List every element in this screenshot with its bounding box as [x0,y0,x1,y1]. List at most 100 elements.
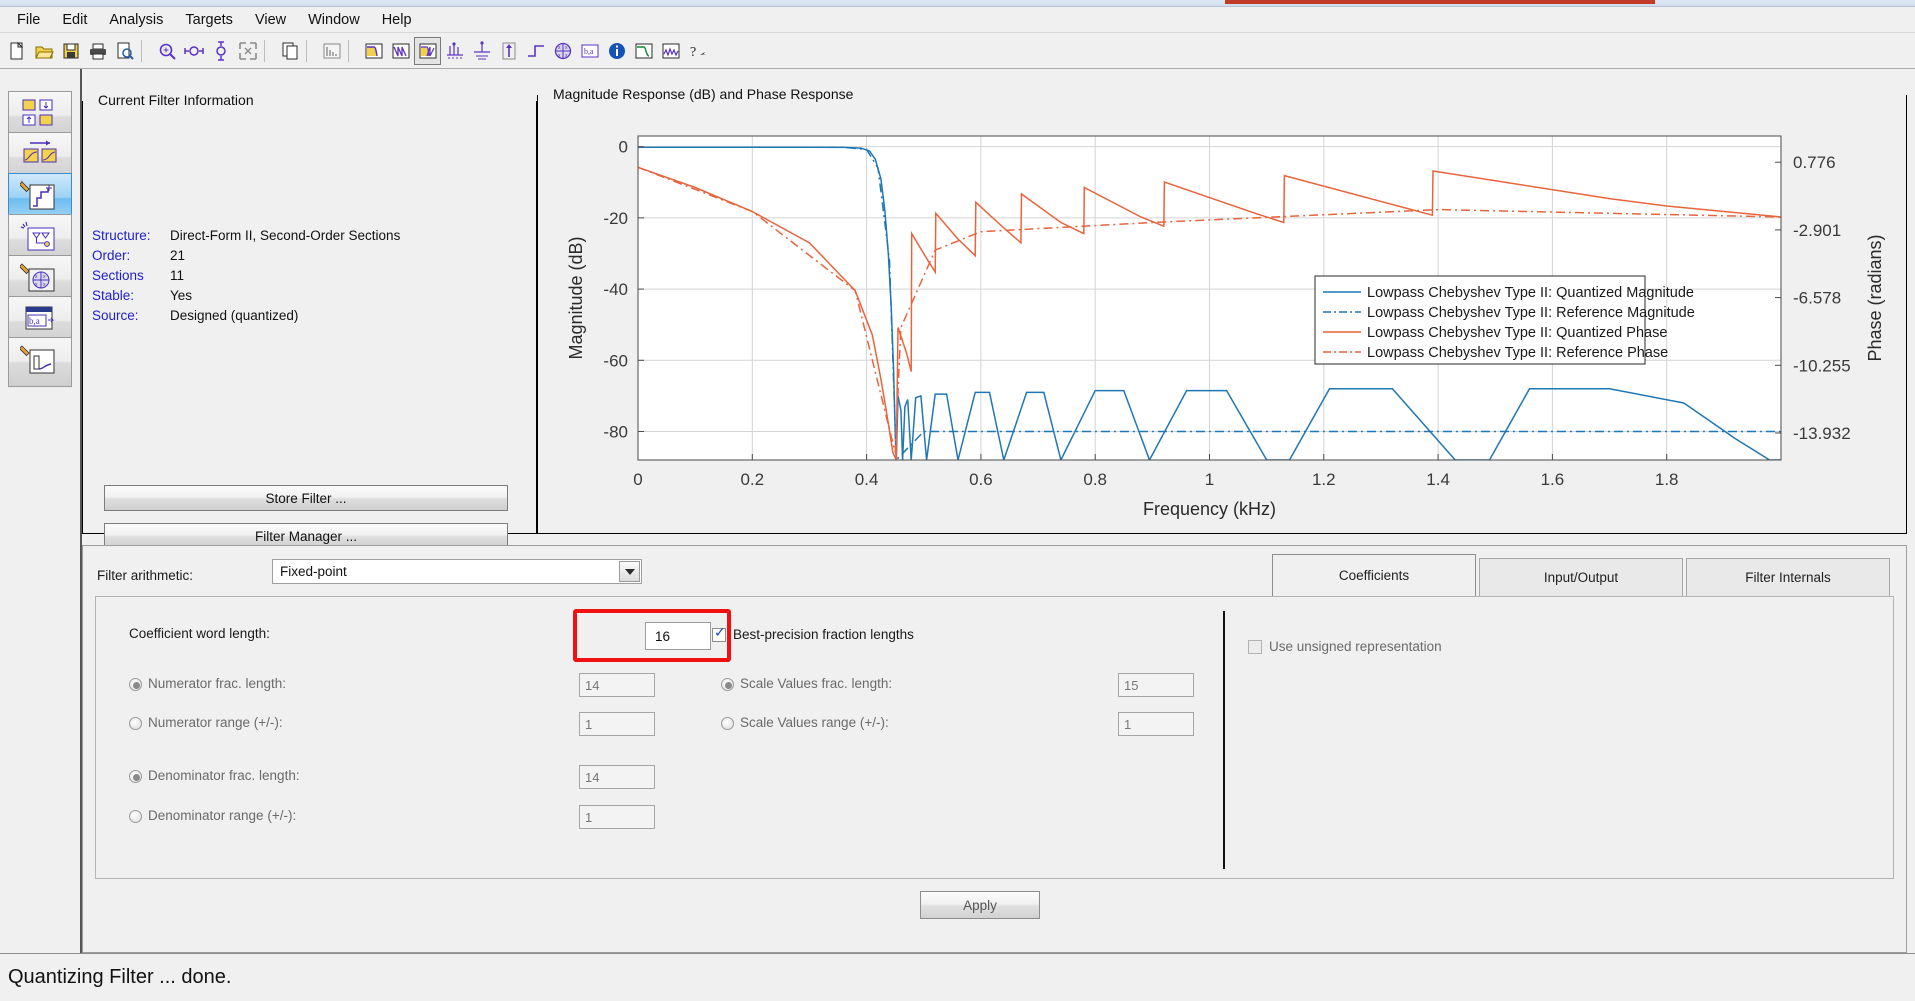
radio-denominator-range[interactable] [129,810,142,823]
transform-filter-icon [20,138,60,177]
menu-item-view[interactable]: View [244,9,297,31]
svg-text:Lowpass Chebyshev Type II: Qua: Lowpass Chebyshev Type II: Quantized Pha… [1367,325,1667,341]
status-message: Quantizing Filter ... done. [8,966,232,988]
filter-info-value: Direct-Form II, Second-Order Sections [170,228,401,243]
svg-text:1.4: 1.4 [1426,470,1450,489]
copy-icon[interactable] [276,37,303,65]
filter-info-key: Sections [92,268,144,283]
label-denominator-frac-length: Denominator frac. length: [148,768,300,783]
magnitude-and-phase-icon[interactable] [414,36,441,65]
coefficients-tab-content: Coefficient word length: 16 Best-precisi… [95,596,1894,879]
toolbar-separator [306,39,315,62]
store-filter-button[interactable]: Store Filter ... [104,485,508,511]
status-bar: Quantizing Filter ... done. [0,953,1915,1001]
input-denominator-frac-length[interactable]: 14 [579,765,655,789]
tab-input-output[interactable]: Input/Output [1479,558,1683,596]
svg-text:b,a: b,a [29,316,40,326]
filter-info-value: 11 [170,268,185,283]
radio-numerator-frac-length[interactable] [129,678,142,691]
magnitude-response-icon[interactable] [360,37,387,65]
open-folder-icon[interactable] [30,37,57,65]
pole-zero-icon[interactable]: xxxx [549,37,576,65]
use-unsigned-checkbox[interactable] [1248,640,1262,654]
svg-text:-80: -80 [603,423,628,442]
radio-denominator-frac-length[interactable] [129,770,142,783]
zoom-in-icon[interactable] [153,37,180,65]
svg-text:-20: -20 [603,209,628,228]
impulse-step-icon[interactable] [495,37,522,65]
chevron-down-icon[interactable] [619,561,640,582]
toolbar-separator [348,39,357,62]
context-help-icon[interactable]: ? [684,37,711,65]
filter-coefficients-icon[interactable]: b,a [576,37,603,65]
round-off-noise-icon[interactable] [657,37,684,65]
radio-scale-values-frac-length[interactable] [721,678,734,691]
filter-arithmetic-select[interactable]: Fixed-point [272,559,642,584]
filter-info-value: Designed (quantized) [170,308,299,323]
impulse-response-icon[interactable] [318,37,345,65]
magnitude-response-estimate-icon[interactable] [630,37,657,65]
apply-button[interactable]: Apply [920,891,1040,919]
input-numerator-range[interactable]: 1 [579,712,655,736]
filter-info-key: Structure: [92,228,151,243]
toolbar-separator [264,39,273,62]
set-quantization-parameters-icon [18,179,60,218]
menu-item-file[interactable]: File [6,9,51,31]
realize-model-icon [20,220,60,259]
menu-item-targets[interactable]: Targets [174,9,244,31]
toolbar: x x x x b,a? [0,33,1915,69]
tab-coefficients[interactable]: Coefficients [1272,554,1476,596]
filter-info-fields: Structure: Direct-Form II, Second-Order S… [92,226,400,326]
tab-filter-internals[interactable]: Filter Internals [1686,558,1890,596]
menu-item-analysis[interactable]: Analysis [98,9,174,31]
input-scale-values-frac-length[interactable]: 15 [1118,673,1194,697]
input-numerator-frac-length[interactable]: 14 [579,673,655,697]
svg-text:Lowpass Chebyshev Type II: Ref: Lowpass Chebyshev Type II: Reference Pha… [1367,345,1668,361]
current-filter-information-panel: Current Filter Information Structure: Dir… [82,92,537,549]
group-delay-icon[interactable] [441,37,468,65]
save-icon[interactable] [57,37,84,65]
coefficient-word-length-input[interactable]: 16 [645,622,711,650]
filter-information-icon[interactable] [603,37,630,65]
svg-text:1: 1 [1205,470,1214,489]
filter-info-value: Yes [170,288,193,303]
step-response-icon[interactable] [522,37,549,65]
svg-text:0: 0 [633,470,642,489]
print-preview-icon[interactable] [111,37,138,65]
svg-text:-10.255: -10.255 [1793,356,1851,375]
input-scale-values-range[interactable]: 1 [1118,712,1194,736]
svg-text:0.2: 0.2 [740,470,764,489]
svg-text:Magnitude (dB): Magnitude (dB) [566,236,586,359]
panel-tabs: Coefficients Input/Output Filter Internals [1269,554,1890,596]
radio-numerator-range[interactable] [129,717,142,730]
menu-item-help[interactable]: Help [371,9,423,31]
window-title-bar [0,0,1915,7]
print-icon[interactable] [84,37,111,65]
toolbar-separator [141,39,150,62]
zoom-x-icon[interactable] [180,37,207,65]
quantization-parameters-panel: Filter arithmetic: Fixed-point Coefficie… [82,545,1907,953]
design-filter-icon [18,343,60,382]
svg-text:Lowpass Chebyshev Type II: Qua: Lowpass Chebyshev Type II: Quantized Mag… [1367,285,1694,301]
radio-scale-values-range[interactable] [721,717,734,730]
phase-response-icon[interactable] [387,37,414,65]
sidebar-item-design-filter[interactable] [8,337,72,387]
input-denominator-range[interactable]: 1 [579,805,655,829]
full-view-icon[interactable] [234,37,261,65]
svg-text:Frequency (kHz): Frequency (kHz) [1143,499,1276,519]
menu-item-window[interactable]: Window [297,9,371,31]
sidebar: x x x x b,a [0,69,82,953]
menu-item-edit[interactable]: Edit [51,9,98,31]
svg-text:b,a: b,a [584,47,594,56]
label-numerator-frac-length: Numerator frac. length: [148,676,287,691]
design-multirate-filter-icon: b,a [20,302,60,341]
svg-text:0.4: 0.4 [855,470,879,489]
zoom-y-icon[interactable] [207,37,234,65]
phase-delay-icon[interactable] [468,37,495,65]
svg-text:?: ? [690,45,696,60]
best-precision-checkbox[interactable] [712,625,726,642]
filter-info-row: Source: Designed (quantized) [92,306,400,326]
label-scale-values-frac-length: Scale Values frac. length: [740,676,893,691]
new-file-icon[interactable] [3,37,30,65]
response-chart[interactable]: 0 0.2 0.4 0.6 0.8 1 1.2 1.4 1.6 1.8 0 -20 -40 -60 -80 0… [538,96,1905,532]
